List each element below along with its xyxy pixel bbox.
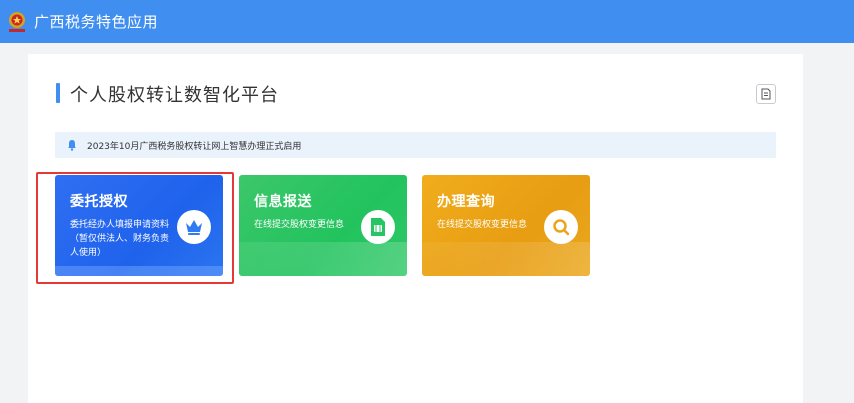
page-title: 个人股权转让数智化平台	[70, 85, 279, 106]
tax-emblem-icon	[6, 10, 28, 34]
document-icon	[761, 88, 771, 100]
card-info-submission[interactable]: 信息报送 在线提交股权变更信息	[239, 175, 407, 276]
notice-text: 2023年10月广西税务股权转让网上智慧办理正式启用	[87, 141, 302, 152]
card-title: 办理查询	[437, 194, 495, 210]
card-title: 信息报送	[254, 194, 312, 210]
notice-banner: 2023年10月广西税务股权转让网上智慧办理正式启用	[55, 132, 776, 158]
search-icon	[544, 210, 578, 244]
title-accent-bar	[56, 83, 60, 103]
sim-card-icon	[361, 210, 395, 244]
selected-card-highlight	[36, 172, 234, 284]
top-bar: 广西税务特色应用	[0, 0, 854, 43]
document-button[interactable]	[756, 84, 776, 104]
app-title: 广西税务特色应用	[34, 13, 159, 31]
card-description: 在线提交股权变更信息	[437, 220, 528, 230]
card-description: 在线提交股权变更信息	[254, 220, 345, 230]
bell-icon	[68, 140, 76, 151]
card-processing-query[interactable]: 办理查询 在线提交股权变更信息	[422, 175, 590, 276]
page-header: 个人股权转让数智化平台	[28, 54, 803, 134]
